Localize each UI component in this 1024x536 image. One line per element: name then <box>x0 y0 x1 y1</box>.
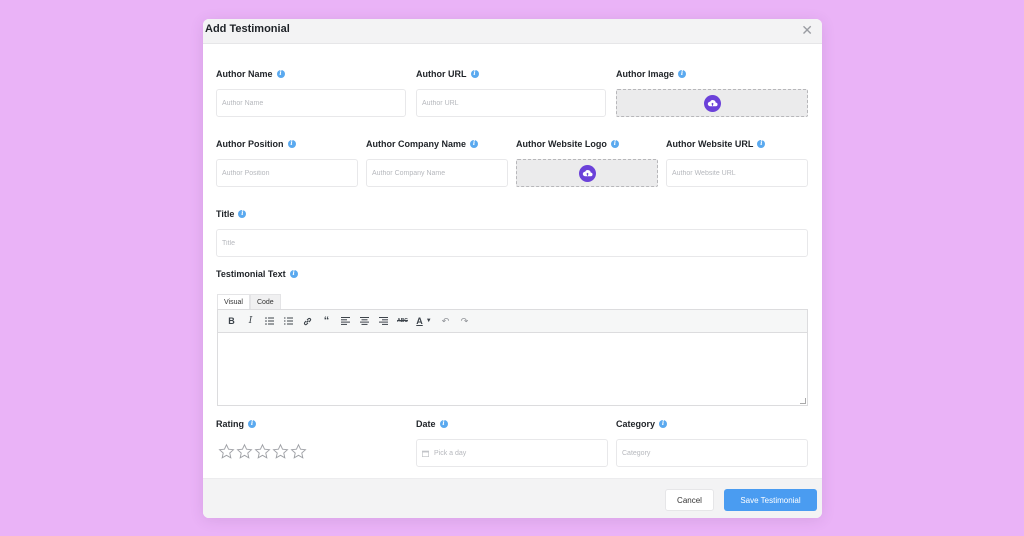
bullet-list-icon[interactable] <box>260 312 279 330</box>
author-name-label: Author Name i <box>216 69 285 79</box>
info-icon[interactable]: i <box>289 270 298 278</box>
author-url-input[interactable] <box>416 89 606 117</box>
save-testimonial-button[interactable]: Save Testimonial <box>724 489 817 511</box>
info-icon[interactable]: i <box>248 420 256 428</box>
info-icon[interactable]: i <box>276 70 285 78</box>
author-logo-label: Author Website Logo i <box>516 139 619 149</box>
star-icon[interactable] <box>290 443 307 460</box>
author-image-label: Author Image i <box>616 69 687 79</box>
info-icon[interactable]: i <box>659 420 668 428</box>
category-label: Category i <box>616 419 668 429</box>
author-company-input[interactable] <box>366 159 508 187</box>
editor-toolbar: B I “ ABC A ▼ ↶ ↷ <box>217 309 808 333</box>
blockquote-icon[interactable]: “ <box>317 312 336 330</box>
editor-tabs: Visual Code <box>217 294 281 309</box>
testimonial-text-editor[interactable] <box>217 333 808 406</box>
rating-label: Rating i <box>216 419 256 429</box>
info-icon[interactable]: i <box>757 140 766 148</box>
modal-header: Add Testimonial ✕ <box>203 19 822 44</box>
author-name-input[interactable] <box>216 89 406 117</box>
cloud-upload-icon <box>703 94 721 112</box>
modal-footer: Cancel Save Testimonial <box>203 478 822 518</box>
info-icon[interactable]: i <box>470 70 479 78</box>
align-left-icon[interactable] <box>336 312 355 330</box>
numbered-list-icon[interactable] <box>279 312 298 330</box>
strikethrough-icon[interactable]: ABC <box>393 312 412 330</box>
align-right-icon[interactable] <box>374 312 393 330</box>
info-icon[interactable]: i <box>287 140 296 148</box>
info-icon[interactable]: i <box>678 70 687 78</box>
cloud-upload-icon <box>578 164 596 182</box>
redo-icon[interactable]: ↷ <box>455 312 474 330</box>
add-testimonial-modal: Add Testimonial ✕ Author Namei Author UR… <box>203 19 822 518</box>
author-logo-upload[interactable] <box>516 159 658 187</box>
category-select[interactable] <box>616 439 808 467</box>
star-icon[interactable] <box>254 443 271 460</box>
author-position-label: Author Position i <box>216 139 296 149</box>
calendar-icon <box>422 450 429 457</box>
tab-visual[interactable]: Visual <box>217 294 250 309</box>
info-icon[interactable]: i <box>439 420 448 428</box>
resize-handle-icon[interactable] <box>800 398 806 404</box>
date-placeholder: Pick a day <box>434 449 467 457</box>
star-icon[interactable] <box>236 443 253 460</box>
author-url-label: Author URL i <box>416 69 479 79</box>
star-icon[interactable] <box>272 443 289 460</box>
author-website-input[interactable] <box>666 159 808 187</box>
align-center-icon[interactable] <box>355 312 374 330</box>
star-icon[interactable] <box>218 443 235 460</box>
modal-title: Add Testimonial <box>205 23 290 35</box>
tab-code[interactable]: Code <box>249 294 281 309</box>
testimonial-text-label: Testimonial Text i <box>216 269 298 279</box>
info-icon[interactable]: i <box>238 210 247 218</box>
author-position-input[interactable] <box>216 159 358 187</box>
bold-icon[interactable]: B <box>222 312 241 330</box>
title-input[interactable] <box>216 229 808 257</box>
cancel-button[interactable]: Cancel <box>665 489 714 511</box>
author-company-label: Author Company Name i <box>366 139 479 149</box>
text-color-icon[interactable]: A ▼ <box>412 312 436 330</box>
italic-icon[interactable]: I <box>241 312 260 330</box>
rating-stars <box>218 443 308 460</box>
title-label: Title i <box>216 209 247 219</box>
date-label: Date i <box>416 419 448 429</box>
author-image-upload[interactable] <box>616 89 808 117</box>
link-icon[interactable] <box>298 312 317 330</box>
date-picker-input[interactable]: Pick a day <box>416 439 608 467</box>
undo-icon[interactable]: ↶ <box>436 312 455 330</box>
info-icon[interactable]: i <box>470 140 479 148</box>
author-website-label: Author Website URL i <box>666 139 766 149</box>
close-icon[interactable]: ✕ <box>801 22 813 39</box>
info-icon[interactable]: i <box>610 140 619 148</box>
